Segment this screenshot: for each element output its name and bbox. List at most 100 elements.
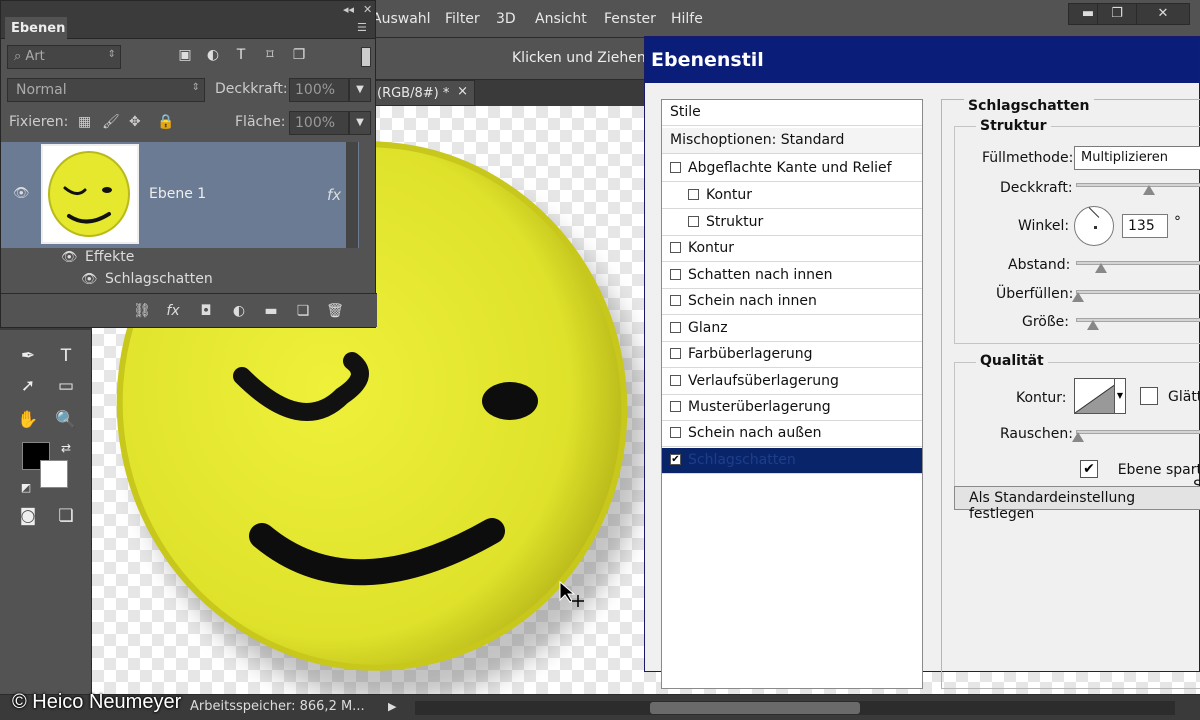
checkbox[interactable]	[688, 216, 699, 227]
quick-mask-icon[interactable]: ◙	[14, 502, 42, 530]
slider-knob[interactable]	[1087, 320, 1099, 330]
menu-fenster[interactable]: Fenster	[604, 11, 656, 27]
checkbox[interactable]	[670, 269, 681, 280]
lock-paint-icon[interactable]: 🖌	[102, 114, 120, 130]
list-item[interactable]: Mischoptionen: Standard	[662, 128, 922, 154]
horizontal-scrollbar[interactable]	[415, 701, 1175, 715]
eye-icon[interactable]: 👁	[61, 250, 78, 266]
list-item[interactable]: Stile	[662, 100, 922, 126]
new-group-icon[interactable]: ▬	[262, 303, 280, 319]
checkbox[interactable]	[670, 295, 681, 306]
filter-smartobject-icon[interactable]: ❐	[289, 47, 309, 67]
checkbox[interactable]	[670, 348, 681, 359]
blend-mode-select[interactable]: Multiplizieren	[1074, 146, 1200, 170]
delete-layer-icon[interactable]: 🗑	[326, 303, 344, 319]
default-colors-icon[interactable]: ◩	[12, 474, 40, 502]
screen-mode-icon[interactable]: ❏	[52, 502, 80, 530]
path-selection-icon[interactable]: ➚	[14, 372, 42, 400]
filter-type-icon[interactable]: T	[231, 47, 251, 67]
document-tab[interactable]: (RGB/8#) * ×	[370, 80, 475, 106]
drop-shadow-effect-row[interactable]: 👁 Schlagschatten	[41, 270, 359, 292]
slider-knob[interactable]	[1095, 263, 1107, 273]
contour-dropdown-button[interactable]: ▼	[1114, 378, 1126, 414]
eye-icon[interactable]: 👁	[13, 186, 30, 202]
noise-slider[interactable]	[1072, 430, 1200, 442]
set-default-button[interactable]: Als Standardeinstellung festlegen	[954, 486, 1200, 522]
type-tool-icon[interactable]: T	[52, 342, 80, 370]
angle-dial[interactable]	[1074, 206, 1114, 246]
status-menu-arrow-icon[interactable]: ▶	[388, 700, 396, 713]
angle-input[interactable]: 135	[1122, 214, 1168, 238]
lock-transparent-icon[interactable]: ▦	[78, 114, 91, 130]
zoom-tool-icon[interactable]: 🔍	[52, 406, 80, 434]
list-item[interactable]: Abgeflachte Kante und Relief	[662, 156, 922, 182]
filter-image-icon[interactable]: ▣	[175, 47, 195, 67]
swap-colors-icon[interactable]: ⇄	[52, 434, 80, 462]
tab-close-icon[interactable]: ×	[457, 84, 468, 99]
knockout-checkbox[interactable]: ✔	[1080, 460, 1098, 478]
eye-icon[interactable]: 👁	[81, 272, 98, 288]
layer-row-ebene-1[interactable]: 👁 Ebene 1 fx	[1, 142, 359, 248]
memory-status[interactable]: Arbeitsspeicher: 866,2 M...	[190, 699, 365, 714]
filter-shape-icon[interactable]: ⌑	[260, 47, 280, 67]
hand-tool-icon[interactable]: ✋	[14, 406, 42, 434]
menu-auswahl[interactable]: Auswahl	[372, 11, 431, 27]
list-item[interactable]: Musterüberlagerung	[662, 395, 922, 421]
list-item[interactable]: Schein nach außen	[662, 421, 922, 447]
list-item[interactable]: Struktur	[662, 210, 922, 236]
checkbox[interactable]	[670, 401, 681, 412]
rectangle-tool-icon[interactable]: ▭	[52, 372, 80, 400]
fill-input[interactable]: 100%	[289, 111, 349, 135]
scrollbar-thumb[interactable]	[650, 702, 860, 714]
add-style-fx-icon[interactable]: fx	[164, 303, 182, 319]
close-window-button[interactable]: ✕	[1136, 3, 1190, 25]
distance-slider[interactable]	[1076, 261, 1200, 273]
list-item[interactable]: Farbüberlagerung	[662, 342, 922, 368]
checked-checkbox[interactable]: ✔	[670, 454, 681, 465]
menu-filter[interactable]: Filter	[445, 11, 480, 27]
list-item-selected[interactable]: ✔ Schlagschatten	[662, 448, 922, 474]
link-layers-icon[interactable]: ⛓	[133, 303, 151, 319]
checkbox[interactable]	[670, 322, 681, 333]
checkbox[interactable]	[670, 375, 681, 386]
list-item[interactable]: Kontur	[662, 236, 922, 262]
panel-menu-icon[interactable]: ☰	[357, 21, 367, 34]
layers-panel-tab[interactable]: Ebenen	[5, 17, 67, 39]
effects-row[interactable]: 👁 Effekte	[41, 248, 359, 270]
list-item[interactable]: Glanz	[662, 316, 922, 342]
opacity-slider[interactable]	[1076, 183, 1200, 195]
slider-knob[interactable]	[1143, 185, 1155, 195]
pen-tool-icon[interactable]: ✒	[14, 342, 42, 370]
checkbox[interactable]	[670, 162, 681, 173]
new-layer-icon[interactable]: ❏	[294, 303, 312, 319]
checkbox[interactable]	[670, 242, 681, 253]
size-slider[interactable]	[1076, 318, 1200, 330]
checkbox[interactable]	[670, 427, 681, 438]
filter-toggle[interactable]	[361, 47, 371, 67]
opacity-dropdown-button[interactable]: ▼	[349, 78, 371, 102]
add-mask-icon[interactable]: ◘	[197, 303, 215, 319]
checkbox[interactable]	[688, 189, 699, 200]
lock-position-icon[interactable]: ✥	[129, 114, 141, 130]
filter-adjustment-icon[interactable]: ◐	[203, 47, 223, 67]
blend-mode-select[interactable]: Normal ⇕	[7, 78, 205, 102]
opacity-input[interactable]: 100%	[289, 78, 349, 102]
menu-hilfe[interactable]: Hilfe	[671, 11, 703, 27]
collapse-panel-icon[interactable]: ◂◂	[343, 3, 354, 16]
list-item[interactable]: Kontur	[662, 183, 922, 209]
menu-ansicht[interactable]: Ansicht	[535, 11, 587, 27]
background-color-swatch[interactable]	[40, 460, 68, 488]
lock-all-icon[interactable]: 🔒	[157, 114, 174, 130]
antialias-checkbox[interactable]	[1140, 387, 1158, 405]
list-item[interactable]: Verlaufsüberlagerung	[662, 369, 922, 395]
layer-filter-select[interactable]: ⌕ Art ⇕	[7, 45, 121, 69]
slider-knob[interactable]	[1072, 292, 1084, 302]
slider-knob[interactable]	[1072, 432, 1084, 442]
fx-icon[interactable]: fx	[327, 186, 341, 204]
fill-dropdown-button[interactable]: ▼	[349, 111, 371, 135]
layer-name[interactable]: Ebene 1	[149, 186, 206, 202]
menu-3d[interactable]: 3D	[496, 11, 516, 27]
list-item[interactable]: Schatten nach innen	[662, 263, 922, 289]
layers-scrollbar[interactable]	[346, 142, 358, 248]
close-panel-icon[interactable]: ✕	[363, 3, 372, 16]
